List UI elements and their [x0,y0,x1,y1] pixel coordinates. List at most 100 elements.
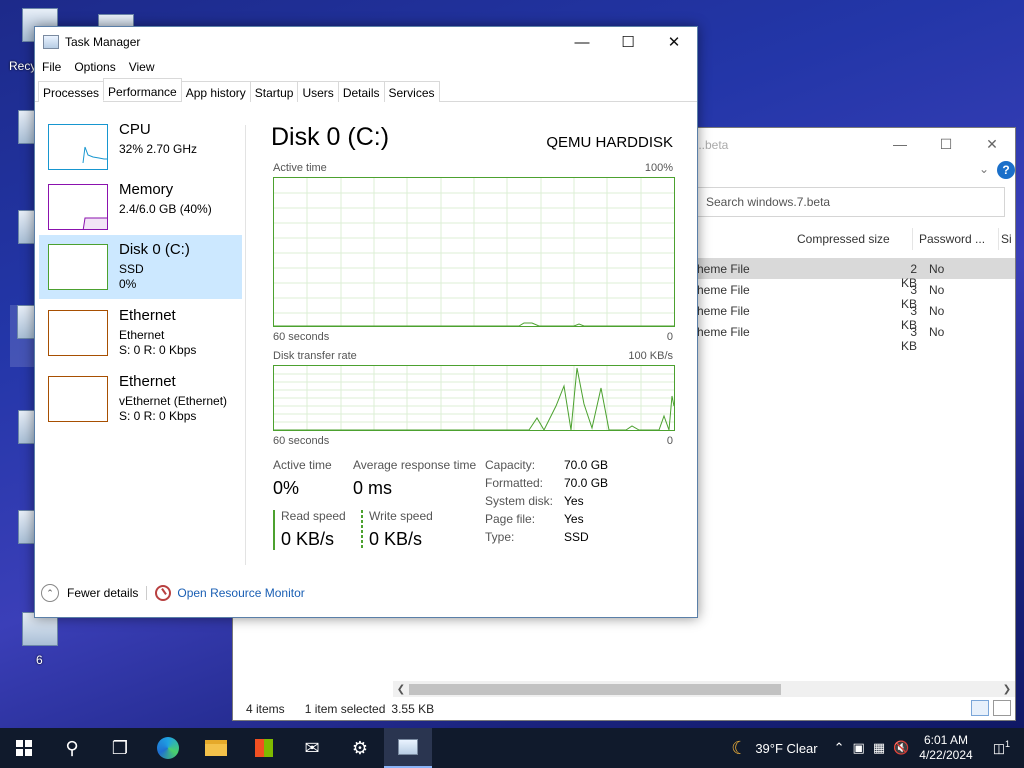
desktop-icon-file[interactable] [18,612,62,652]
selected-size: 3.55 KB [391,702,435,716]
scroll-left-icon[interactable]: ❮ [393,681,409,697]
weather-text[interactable]: 39°F Clear [755,741,817,756]
ethernet-thumbnail [48,376,108,422]
close-button[interactable]: ✕ [969,128,1015,160]
task-manager-icon [43,35,59,49]
tab-users[interactable]: Users [297,81,339,102]
scroll-thumb[interactable] [409,684,781,695]
chevron-down-icon[interactable]: ⌄ [979,162,989,176]
sidebar-item-cpu[interactable]: CPU 32% 2.70 GHz [39,115,242,179]
sidebar-item-detail: S: 0 R: 0 Kbps [119,343,197,357]
prop-page-file-value: Yes [564,512,584,526]
avg-response-value: 0 ms [353,478,393,498]
help-icon[interactable]: ? [997,161,1015,179]
volume-muted-icon[interactable]: 🔇 [893,740,909,756]
task-view-icon[interactable]: ❐ [96,728,144,768]
search-input[interactable]: Search windows.7.beta [697,187,1005,217]
item-count: 4 items [246,702,285,716]
menu-file[interactable]: File [40,57,67,77]
sidebar-item-disk[interactable]: Disk 0 (C:) SSD 0% [39,235,242,299]
store-icon[interactable] [240,728,288,768]
prop-formatted-value: 70.0 GB [564,476,609,490]
edge-browser-icon[interactable] [144,728,192,768]
details-view-icon[interactable] [971,700,989,716]
sidebar-item-label: Ethernet [119,373,176,390]
table-row[interactable]: heme File 2 KB No [697,258,1015,290]
page-title: Disk 0 (C:) [271,123,390,151]
column-size[interactable]: Si [999,228,1017,250]
horizontal-scrollbar[interactable]: ❮ ❯ [393,681,1015,697]
active-time-value: 0% [273,478,300,498]
prop-system-disk-value: Yes [564,494,584,508]
menu-view[interactable]: View [127,57,161,77]
desktop-icon-label: 6 [36,653,43,667]
write-speed-label: Write speed [369,509,433,523]
sidebar-item-label: Ethernet [119,307,176,324]
minimize-button[interactable]: — [877,128,923,160]
tab-details[interactable]: Details [337,81,385,102]
footer-divider [146,586,148,600]
column-compressed-size[interactable]: Compressed size [791,228,913,250]
sidebar-item-vethernet[interactable]: Ethernet vEthernet (Ethernet) S: 0 R: 0 … [39,367,242,431]
start-button[interactable] [0,728,48,768]
column-password[interactable]: Password ... [913,228,999,250]
prop-capacity-label: Capacity: [485,458,536,472]
task-manager-window[interactable]: Task Manager — ☐ ✕ File Options View Pro… [34,26,698,618]
title-bar[interactable]: Task Manager — ☐ ✕ [35,27,697,57]
sidebar-item-detail: vEthernet (Ethernet) [119,394,228,408]
search-icon[interactable]: ⚲ [48,728,96,768]
sidebar-item-detail: 2.4/6.0 GB (40%) [119,202,212,216]
close-button[interactable]: ✕ [651,27,697,57]
table-row[interactable]: heme File 3 KB No [697,300,1015,332]
tab-app-history[interactable]: App history [180,81,251,102]
chevron-up-icon[interactable]: ⌃ [41,584,59,602]
maximize-button[interactable]: ☐ [923,128,969,160]
chevron-up-icon[interactable]: ⌃ [834,740,845,756]
sidebar-divider [245,125,246,565]
clock[interactable]: 6:01 AM 4/22/2024 [919,733,972,763]
fewer-details-button[interactable]: Fewer details [67,586,138,600]
task-manager-taskbar-icon[interactable] [384,728,432,768]
sidebar-item-memory[interactable]: Memory 2.4/6.0 GB (40%) [39,175,242,239]
tab-processes[interactable]: Processes [38,81,105,102]
maximize-button[interactable]: ☐ [605,27,651,57]
menu-bar: File Options View [35,57,697,77]
minimize-button[interactable]: — [559,27,605,57]
scroll-right-icon[interactable]: ❯ [999,681,1015,697]
tab-startup[interactable]: Startup [249,81,299,102]
tab-performance[interactable]: Performance [103,78,182,101]
table-row[interactable]: heme File 3 KB No [697,279,1015,311]
graph-label: Disk transfer rate [273,350,357,362]
write-speed-value: 0 KB/s [369,529,423,549]
clock-date: 4/22/2024 [919,748,973,762]
tab-services[interactable]: Services [383,81,440,102]
mail-icon[interactable]: ✉ [288,728,336,768]
settings-gear-icon[interactable]: ⚙ [336,728,384,768]
graph-max-label: 100% [644,162,673,174]
meet-now-icon[interactable]: ▣ [853,740,865,756]
disk-model: QEMU HARDDISK [546,134,673,151]
write-speed-indicator [361,510,363,550]
desktop-icon-label: Recy [9,59,37,73]
weather-moon-icon[interactable]: ☾ [731,738,747,759]
graph-max-label: 100 KB/s [628,350,673,362]
file-explorer-icon[interactable] [192,728,240,768]
footer: ⌃ Fewer details Open Resource Monitor [41,584,305,602]
open-resource-monitor-link[interactable]: Open Resource Monitor [177,586,304,600]
column-headers: Compressed size Password ... Si [697,228,1017,250]
active-time-plot [274,178,674,327]
sidebar-item-detail: 0% [119,277,137,291]
graph-zero-label: 0 [666,435,673,447]
notifications-icon[interactable]: ◫1 [993,739,1010,756]
graph-zero-label: 0 [666,331,673,343]
large-icons-view-icon[interactable] [993,700,1011,716]
sidebar-item-ethernet[interactable]: Ethernet Ethernet S: 0 R: 0 Kbps [39,301,242,365]
cpu-mini-graph [82,146,107,164]
sidebar-item-label: Disk 0 (C:) [119,241,190,258]
graph-time-label: 60 seconds [273,331,330,343]
status-bar: 4 items 1 item selected 3.55 KB [233,698,1015,720]
network-icon[interactable]: ▦ [873,740,885,756]
table-row[interactable]: heme File 3 KB No [697,321,1015,353]
prop-capacity-value: 70.0 GB [564,458,609,472]
menu-options[interactable]: Options [72,57,121,77]
